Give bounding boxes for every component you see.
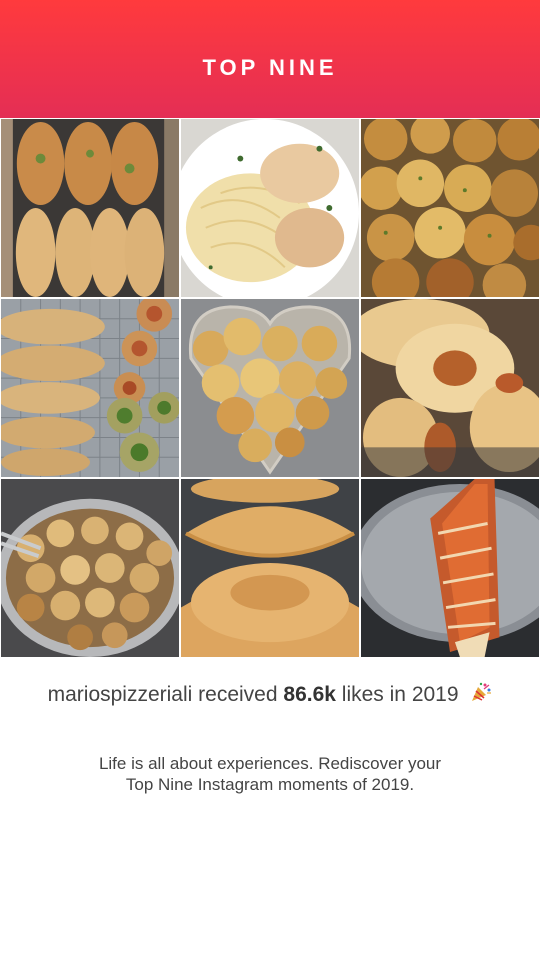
received-text: received	[198, 683, 278, 706]
tagline-line-2: Top Nine Instagram moments of 2019.	[125, 775, 415, 794]
post-tile-9[interactable]	[360, 478, 540, 658]
food-photo-calzones	[1, 119, 179, 297]
post-tile-2[interactable]	[180, 118, 360, 298]
food-photo-calzone-stack	[181, 479, 359, 657]
post-tile-8[interactable]	[180, 478, 360, 658]
food-photo-knot-bowl	[1, 479, 179, 657]
page-title: TOP NINE	[202, 55, 338, 80]
food-photo-heart-tray	[181, 299, 359, 477]
party-popper-icon	[470, 681, 492, 703]
food-photo-pinwheels	[1, 299, 179, 477]
header-bar: TOP NINE	[0, 0, 540, 118]
username: mariospizzeriali	[47, 683, 193, 706]
likes-count: 86.6k	[283, 683, 336, 706]
post-tile-5[interactable]	[180, 298, 360, 478]
likes-suffix: likes in 2019	[341, 683, 459, 706]
post-tile-4[interactable]	[0, 298, 180, 478]
food-photo-pasta	[181, 119, 359, 297]
food-photo-knot-rolls	[361, 299, 539, 477]
post-tile-7[interactable]	[0, 478, 180, 658]
post-tile-3[interactable]	[360, 118, 540, 298]
tagline-line-1: Life is all about experiences. Rediscove…	[98, 754, 442, 773]
post-tile-1[interactable]	[0, 118, 180, 298]
post-tile-6[interactable]	[360, 298, 540, 478]
likes-summary: mariospizzeriali received 86.6k likes in…	[0, 681, 540, 707]
food-photo-garlic-knots	[361, 119, 539, 297]
tagline: Life is all about experiences. Rediscove…	[0, 753, 540, 795]
top-nine-grid	[0, 118, 540, 658]
food-photo-stromboli	[361, 479, 539, 657]
